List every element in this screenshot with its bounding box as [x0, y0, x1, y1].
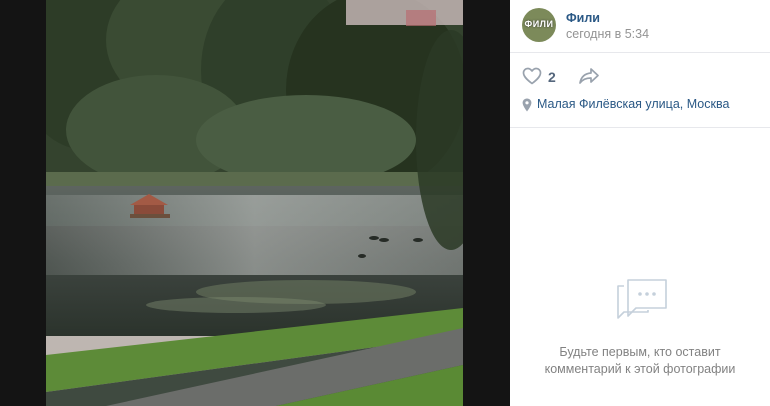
photo-viewer — [0, 0, 510, 406]
avatar-label: ФИЛИ — [524, 19, 554, 29]
author-block: ФИЛИ Фили сегодня в 5:34 — [510, 0, 770, 53]
speech-bubble-icon — [617, 279, 667, 319]
author-name-link[interactable]: Фили — [566, 11, 600, 25]
avatar[interactable]: ФИЛИ — [522, 8, 556, 42]
post-date[interactable]: сегодня в 5:34 — [566, 27, 649, 41]
location-pin-icon — [522, 98, 532, 112]
like-count: 2 — [548, 69, 556, 85]
actions-block: 2 Малая Филёвская улица, Москва — [510, 53, 770, 128]
photo[interactable] — [46, 0, 463, 406]
no-comments-line-2: комментарий к этой фотографии — [544, 362, 736, 376]
photo-info-panel: ФИЛИ Фили сегодня в 5:34 2 Малая Филёвск… — [510, 0, 770, 406]
no-comments-line-1: Будьте первым, кто оставит — [559, 345, 721, 359]
share-button[interactable] — [578, 67, 600, 90]
share-arrow-icon — [579, 68, 599, 84]
location-text: Малая Филёвская улица, Москва — [537, 97, 730, 111]
heart-icon — [522, 67, 542, 85]
photo-image — [46, 0, 463, 406]
no-comments-text: Будьте первым, кто оставит комментарий к… — [530, 344, 750, 378]
